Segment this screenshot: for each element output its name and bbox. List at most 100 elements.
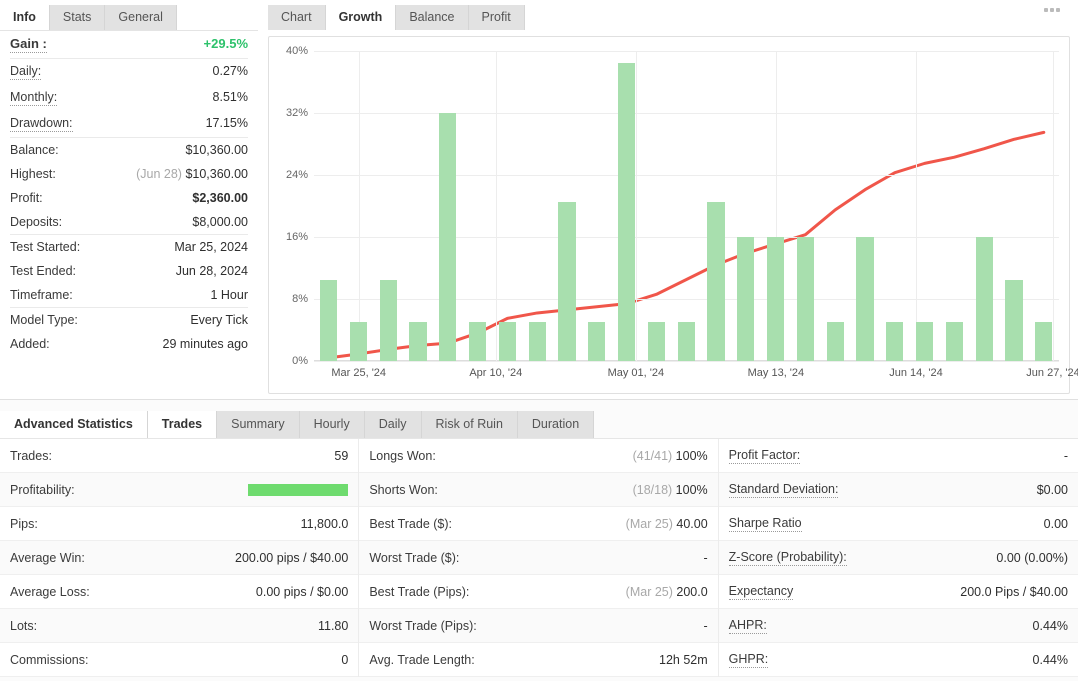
stats-label[interactable]: Profit Factor: bbox=[728, 448, 801, 464]
info-label: Deposits: bbox=[10, 215, 63, 229]
chart-bar[interactable] bbox=[796, 237, 815, 361]
chart-tab-bar: Chart Growth Balance Profit bbox=[268, 0, 1078, 30]
stats-value-prefix: (18/18) bbox=[632, 482, 676, 497]
stats-column-2: Longs Won: (41/41) 100% Shorts Won: (18/18)… bbox=[359, 439, 719, 677]
y-gridline bbox=[314, 237, 1059, 238]
info-label-gain[interactable]: Gain : bbox=[10, 36, 47, 53]
x-axis-tick-label: Mar 25, '24 bbox=[331, 367, 387, 379]
stats-value: 0 bbox=[341, 652, 349, 667]
chart-bar[interactable] bbox=[349, 322, 368, 361]
chart-bar[interactable] bbox=[528, 322, 546, 361]
tab-duration[interactable]: Duration bbox=[517, 410, 595, 438]
chart-bar[interactable] bbox=[468, 322, 487, 361]
info-label: Added: bbox=[10, 337, 50, 351]
growth-line bbox=[314, 51, 1059, 361]
stats-row-pips: Pips: 11,800.0 bbox=[0, 507, 359, 541]
info-row-gain: Gain : +29.5% bbox=[10, 31, 248, 58]
chart-bar[interactable] bbox=[409, 322, 427, 361]
stats-label[interactable]: Standard Deviation: bbox=[728, 482, 839, 498]
stats-column-1: Trades: 59 Profitability: Pips: 11,800.0 Aver… bbox=[0, 439, 360, 677]
stats-value: 200.0 Pips / $40.00 bbox=[960, 584, 1068, 599]
chart-bar[interactable] bbox=[975, 237, 993, 361]
y-gridline bbox=[314, 175, 1059, 176]
y-axis-tick-label: 40% bbox=[285, 45, 308, 57]
info-body: Gain : +29.5% Daily: 0.27% Monthly: 8.51% Dr… bbox=[0, 30, 258, 356]
chart-bar[interactable] bbox=[677, 322, 695, 361]
info-group-0: Daily: 0.27% Monthly: 8.51% Drawdown: 17.15% bbox=[10, 59, 248, 138]
stats-label: Average Win: bbox=[10, 550, 85, 565]
tab-growth[interactable]: Growth bbox=[325, 4, 397, 30]
stats-label: Lots: bbox=[10, 618, 38, 633]
stats-label[interactable]: Z-Score (Probability): bbox=[728, 550, 847, 566]
stats-value: 0.00 (0.00%) bbox=[996, 550, 1068, 565]
chart-bar[interactable] bbox=[439, 113, 457, 361]
stats-row-best-trade-pips: Best Trade (Pips): (Mar 25) 200.0 bbox=[359, 575, 718, 609]
chart-bar[interactable] bbox=[707, 202, 725, 361]
tab-daily[interactable]: Daily bbox=[364, 410, 422, 438]
stats-row-trades: Trades: 59 bbox=[0, 439, 359, 473]
tab-info[interactable]: Info bbox=[0, 4, 50, 30]
chart-panel: Chart Growth Balance Profit 0% 8% 16% 24% 32% 40… bbox=[258, 0, 1078, 399]
chart-bar[interactable] bbox=[498, 322, 517, 361]
tab-hourly[interactable]: Hourly bbox=[299, 410, 365, 438]
info-label[interactable]: Daily: bbox=[10, 64, 42, 80]
chart-bar[interactable] bbox=[558, 202, 576, 361]
chart-bar[interactable] bbox=[319, 279, 338, 361]
info-value: 29 minutes ago bbox=[162, 337, 248, 351]
chart-bar[interactable] bbox=[766, 237, 785, 361]
stats-label[interactable]: GHPR: bbox=[728, 652, 769, 668]
chart-bar[interactable] bbox=[915, 322, 934, 361]
stats-label: Best Trade ($): bbox=[369, 516, 453, 531]
stats-row-lots: Lots: 11.80 bbox=[0, 609, 359, 643]
chart-bar[interactable] bbox=[588, 322, 606, 361]
bottom-section: Advanced Statistics Trades Summary Hourly Da… bbox=[0, 399, 1078, 681]
stats-value: 0.00 bbox=[1043, 516, 1068, 531]
info-row-test-ended: Test Ended: Jun 28, 2024 bbox=[10, 259, 248, 283]
chart-bar[interactable] bbox=[379, 279, 397, 361]
chart-bar[interactable] bbox=[1035, 322, 1053, 361]
stats-value: 12h 52m bbox=[659, 652, 708, 667]
profitability-bar-fill bbox=[248, 483, 349, 496]
chart-bar[interactable] bbox=[1005, 279, 1023, 361]
chart-bar[interactable] bbox=[856, 237, 874, 361]
info-row-added: Added: 29 minutes ago bbox=[10, 332, 248, 356]
stats-row-average-win: Average Win: 200.00 pips / $40.00 bbox=[0, 541, 359, 575]
info-group-1: Balance: $10,360.00 Highest: (Jun 28) $10,3… bbox=[10, 138, 248, 235]
tab-stats[interactable]: Stats bbox=[49, 4, 106, 30]
stats-row-expectancy: Expectancy 200.0 Pips / $40.00 bbox=[718, 575, 1078, 609]
info-value: Every Tick bbox=[190, 313, 248, 327]
stats-row-profitability: Profitability: bbox=[0, 473, 359, 507]
stats-label[interactable]: Expectancy bbox=[728, 584, 794, 600]
stats-label: Worst Trade (Pips): bbox=[369, 618, 477, 633]
info-label[interactable]: Drawdown: bbox=[10, 116, 73, 132]
info-row-balance: Balance: $10,360.00 bbox=[10, 138, 248, 162]
x-gridline bbox=[915, 51, 917, 361]
info-group-2: Test Started: Mar 25, 2024 Test Ended: Jun … bbox=[10, 235, 248, 308]
tab-general[interactable]: General bbox=[105, 4, 177, 30]
chart-bar[interactable] bbox=[617, 62, 636, 361]
stats-row-best-trade: Best Trade ($): (Mar 25) 40.00 bbox=[359, 507, 718, 541]
chart-bar[interactable] bbox=[945, 322, 964, 361]
info-row-deposits: Deposits: $8,000.00 bbox=[10, 210, 248, 234]
chart-bar[interactable] bbox=[826, 322, 844, 361]
stats-value: 11.80 bbox=[317, 618, 349, 633]
chart-bar[interactable] bbox=[886, 322, 904, 361]
tab-trades[interactable]: Trades bbox=[147, 410, 218, 438]
stats-value: (Mar 25) 40.00 bbox=[625, 516, 708, 531]
stats-label[interactable]: Sharpe Ratio bbox=[728, 516, 802, 532]
chart-bar[interactable] bbox=[737, 237, 755, 361]
tab-risk-of-ruin[interactable]: Risk of Ruin bbox=[421, 410, 518, 438]
stats-value: $0.00 bbox=[1036, 482, 1068, 497]
info-label[interactable]: Monthly: bbox=[10, 90, 58, 106]
info-value: Mar 25, 2024 bbox=[174, 240, 248, 254]
chart-bar[interactable] bbox=[647, 322, 666, 361]
tab-summary[interactable]: Summary bbox=[217, 410, 300, 438]
tab-balance[interactable]: Balance bbox=[396, 4, 469, 30]
stats-label[interactable]: AHPR: bbox=[728, 618, 767, 634]
more-options-icon[interactable] bbox=[1044, 8, 1060, 12]
tab-chart[interactable]: Chart bbox=[268, 4, 326, 30]
stats-value: (41/41) 100% bbox=[632, 448, 708, 463]
tab-profit[interactable]: Profit bbox=[468, 4, 525, 30]
tab-advanced-statistics[interactable]: Advanced Statistics bbox=[0, 410, 148, 438]
stats-label: Shorts Won: bbox=[369, 482, 438, 497]
